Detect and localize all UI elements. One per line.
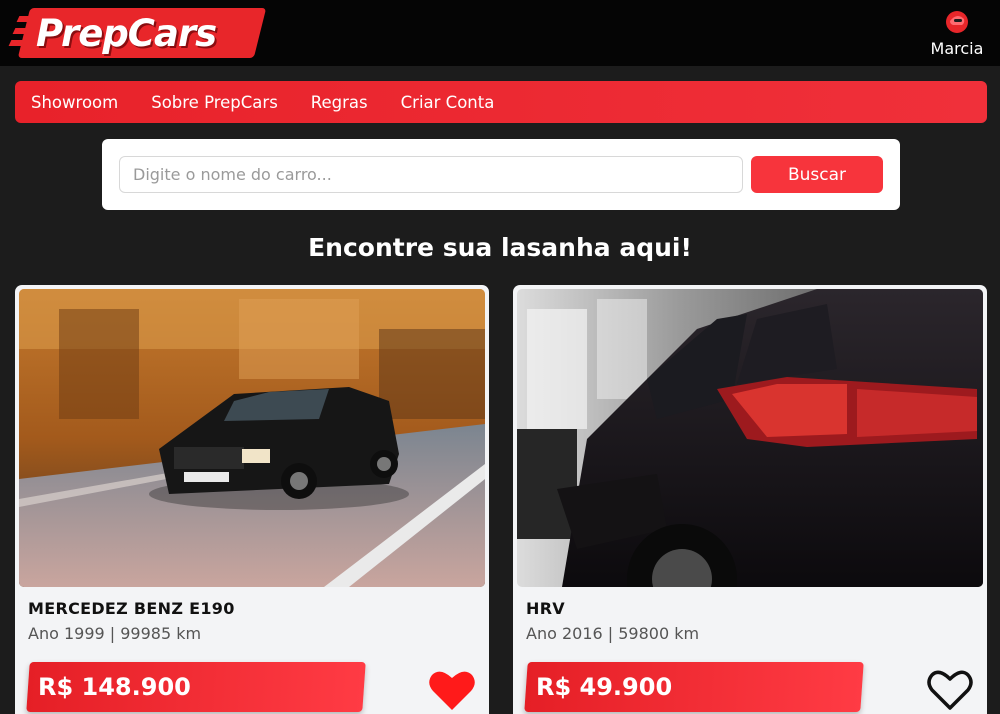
car-price: R$ 148.900 [38,673,191,701]
car-specs: Ano 2016 | 59800 km [526,624,700,643]
main-nav: Showroom Sobre PrepCars Regras Criar Con… [15,81,987,123]
car-photo[interactable] [19,289,485,587]
user-avatar-icon[interactable] [945,10,969,34]
car-title: MERCEDEZ BENZ E190 [28,599,235,618]
car-price-tag: R$ 49.900 [524,662,864,712]
car-specs: Ano 1999 | 99985 km [28,624,202,643]
user-name: Marcia [930,39,984,58]
car-photo-image [19,289,485,587]
logo-text: PrepCars [36,12,217,55]
user-menu[interactable]: Marcia [927,10,987,62]
search-button[interactable]: Buscar [751,156,883,193]
heart-filled-icon[interactable] [428,668,476,712]
page-heading: Encontre sua lasanha aqui! [308,233,692,262]
car-price: R$ 49.900 [536,673,673,701]
search-panel: Buscar [102,139,900,210]
heart-outline-icon[interactable] [926,668,974,712]
nav-regras[interactable]: Regras [311,93,368,112]
car-photo-image [517,289,983,587]
nav-criar-conta[interactable]: Criar Conta [401,93,495,112]
top-header: PrepCars Marcia [0,0,1000,66]
car-title: HRV [526,599,565,618]
nav-showroom[interactable]: Showroom [31,93,118,112]
car-photo[interactable] [517,289,983,587]
car-card[interactable]: MERCEDEZ BENZ E190 Ano 1999 | 99985 km R… [15,285,489,714]
car-price-tag: R$ 148.900 [26,662,366,712]
car-card[interactable]: HRV Ano 2016 | 59800 km R$ 49.900 [513,285,987,714]
nav-sobre[interactable]: Sobre PrepCars [151,93,278,112]
search-input[interactable] [119,156,743,193]
prepcars-logo[interactable]: PrepCars [8,6,267,62]
